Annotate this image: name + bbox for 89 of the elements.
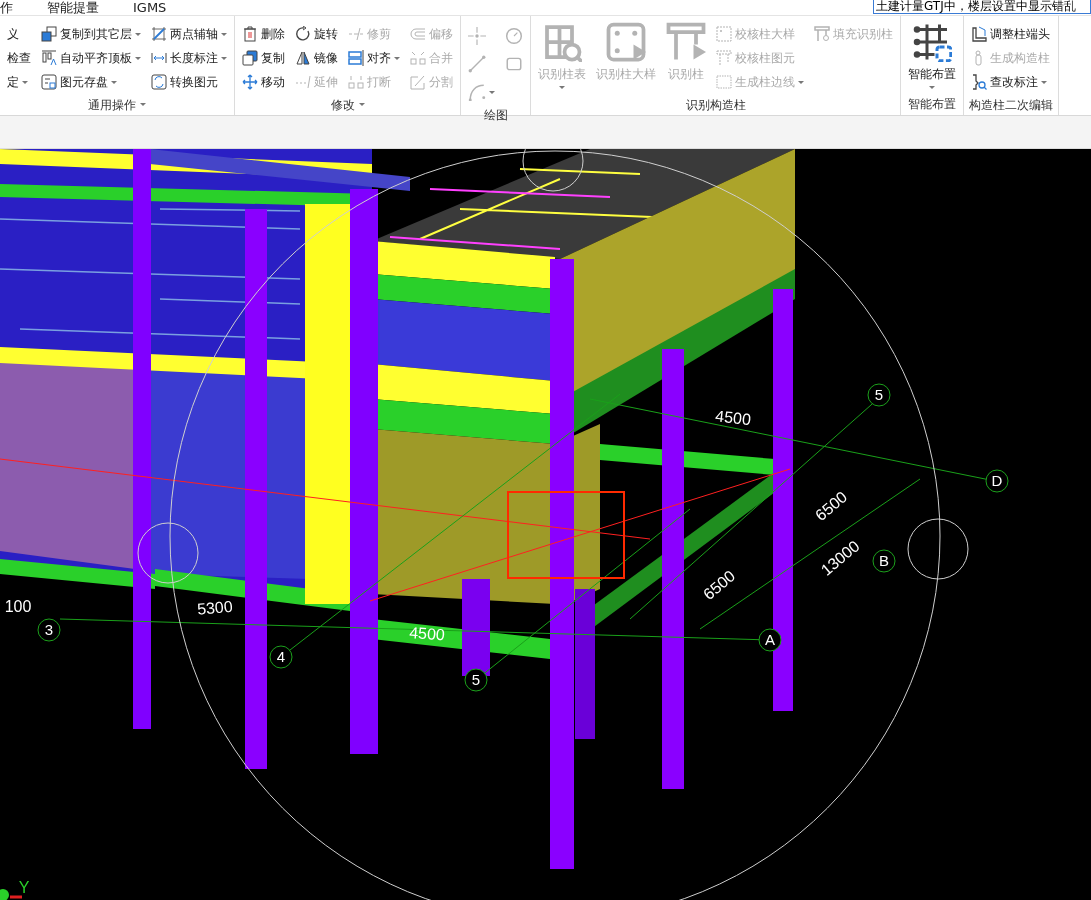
align-icon [348,50,364,66]
caret-icon [559,86,565,89]
group-title: 构造柱二次编辑 [969,96,1053,114]
group-title: 识别构造柱 [685,96,746,114]
save-card-icon [41,74,57,90]
orbit-handle[interactable] [522,149,584,192]
rectangle-icon [505,55,523,73]
table-search-icon [542,22,582,62]
ribbon-button[interactable]: 智能布置 [906,22,958,89]
copy-icon [242,50,258,66]
caret-icon [358,103,365,106]
ribbon-button[interactable]: 定 [5,70,33,94]
point-icon [468,27,486,45]
circle-icon [505,27,523,45]
dimension-label: 100 [4,598,32,616]
align-top-icon [41,50,57,66]
rotate-icon [295,26,311,42]
caret-icon [929,86,935,89]
move-icon [242,74,258,90]
ribbon-button[interactable]: 复制到其它层 [39,22,143,46]
split-icon [410,74,426,90]
axis-bubble: A [758,628,782,652]
caret-icon [140,103,146,106]
copy-layers-icon [41,26,57,42]
group-title: 绘图 [483,107,508,124]
ribbon-button[interactable]: 旋转 [293,22,340,46]
trash-icon [242,26,258,42]
column-icon [666,22,706,62]
caret-icon [221,32,227,36]
group-title: 修改 [330,96,355,114]
caret-icon [135,56,141,60]
caret-icon [394,56,400,60]
axis-bubble: 4 [269,645,293,669]
group-title: 智能布置 [908,96,956,113]
ribbon-button[interactable]: 两点辅轴 [149,22,229,46]
ribbon-button[interactable]: 移动 [240,70,287,94]
mirror-icon [295,50,311,66]
extend-icon [295,74,311,90]
offset-icon [410,26,426,42]
convert-icon [151,74,167,90]
ribbon-button[interactable]: 检查 [5,46,33,70]
line-icon [468,55,486,73]
orbit-handle[interactable] [137,522,199,584]
check-detail-icon [716,26,732,42]
orbit-handle[interactable] [907,518,969,580]
caret-icon [1041,80,1047,84]
ribbon-button[interactable]: 查改标注 [969,70,1052,94]
break-icon [348,74,364,90]
ribbon-button[interactable]: 长度标注 [149,46,229,70]
search-label-icon [971,74,987,90]
check-column-icon [716,50,732,66]
column-detail-icon [606,22,646,62]
ribbon-button[interactable]: 删除 [240,22,287,46]
ribbon-button[interactable]: 复制 [240,46,287,70]
merge-icon [410,50,426,66]
dimension-label: 4500 [408,624,446,644]
caret-icon [489,90,495,94]
fill-column-icon [814,26,830,42]
trim-icon [348,26,364,42]
ribbon-button[interactable]: 自动平齐顶板 [39,46,143,70]
grid-layout-icon [912,22,952,62]
dimension-icon [151,50,167,66]
arc-icon [468,83,486,101]
menu-tab[interactable]: 智能提量 [47,1,99,15]
axis-bubble: D [985,469,1009,493]
diagonal-axis-icon [151,26,167,42]
ribbon-button[interactable]: 图元存盘 [39,70,143,94]
caret-icon [22,80,28,84]
ribbon-button[interactable]: 对齐 [346,46,402,70]
search-field[interactable]: 土建计量GTJ中，楼层设置中显示错乱 [873,0,1091,14]
ribbon-button[interactable]: 转换图元 [149,70,229,94]
caret-icon [798,80,804,84]
ribbon-button[interactable]: 义 [5,22,33,46]
axis-label: Y [18,879,30,897]
axis-bubble: 3 [37,618,61,642]
caret-icon [111,80,117,84]
caret-icon [135,32,141,36]
menu-tab[interactable]: 作 [0,1,13,15]
caret-icon [221,56,227,60]
dimension-label: 5300 [196,597,234,618]
axis-bubble: 5 [464,668,488,692]
column-end-icon [971,26,987,42]
ribbon-button[interactable]: 调整柱端头 [969,22,1052,46]
ribbon-button[interactable]: 镜像 [293,46,340,70]
menu-tab[interactable]: IGMS [133,1,167,15]
dimension-label: 4500 [714,407,752,429]
group-title: 通用操作 [88,96,136,114]
axis-bubble: 5 [867,383,891,407]
axis-bubble: B [872,549,896,573]
